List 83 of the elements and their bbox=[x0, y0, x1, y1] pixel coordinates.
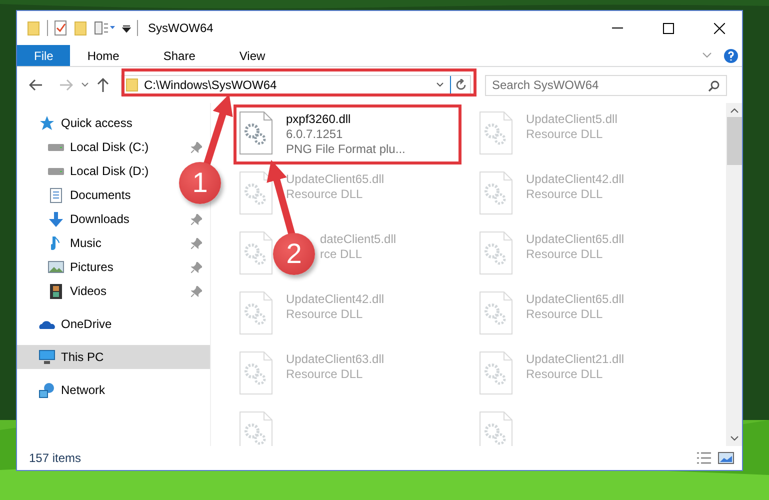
dll-file-icon bbox=[238, 291, 274, 335]
file-detail: Resource DLL bbox=[286, 187, 364, 202]
file-detail: rce DLL bbox=[320, 247, 364, 262]
maximize-icon bbox=[663, 22, 674, 34]
sidebar-item[interactable]: Videos bbox=[70, 284, 106, 298]
search-icon bbox=[708, 80, 720, 92]
pin-icon[interactable] bbox=[191, 214, 202, 224]
pictures-icon bbox=[48, 261, 64, 273]
scrollbar[interactable] bbox=[726, 103, 742, 446]
dll-file-icon bbox=[238, 111, 274, 155]
pin-icon[interactable] bbox=[191, 262, 202, 272]
chevron-icon[interactable] bbox=[702, 52, 712, 59]
sidebar-item[interactable]: OneDrive bbox=[61, 317, 112, 331]
file-detail: Resource DLL bbox=[526, 247, 604, 262]
dll-file-icon bbox=[478, 411, 514, 446]
ribbon-tab[interactable]: Share bbox=[150, 45, 208, 66]
sidebar-item[interactable]: Network bbox=[61, 383, 106, 397]
pin-icon[interactable] bbox=[191, 238, 202, 248]
details-view-icon[interactable] bbox=[696, 452, 712, 464]
film-icon bbox=[50, 284, 62, 298]
file-name[interactable]: pxpf3260.dll bbox=[286, 112, 406, 127]
address-field[interactable]: C:\Windows\SysWOW64 bbox=[121, 74, 471, 96]
ribbon-tab[interactable]: Home bbox=[74, 45, 132, 66]
help-icon[interactable] bbox=[724, 48, 738, 62]
sidebar-item[interactable]: Quick access bbox=[61, 116, 132, 130]
up-arrow-icon bbox=[97, 78, 109, 92]
large-icons-view-icon[interactable] bbox=[718, 452, 734, 464]
dll-file-icon bbox=[238, 231, 274, 275]
properties-icon[interactable] bbox=[54, 20, 68, 36]
sidebar-item[interactable]: Local Disk (D:) bbox=[70, 164, 149, 178]
dropdown-caret-icon[interactable] bbox=[436, 82, 444, 88]
scroll-up-icon[interactable] bbox=[730, 108, 738, 113]
dll-file-icon bbox=[478, 291, 514, 335]
file-detail: Resource DLL bbox=[526, 307, 604, 322]
item-count: 157 items bbox=[29, 451, 82, 465]
file-detail: PNG File Format plu... bbox=[286, 142, 406, 157]
drive-icon bbox=[48, 144, 64, 150]
scrollbar-thumb[interactable] bbox=[726, 117, 742, 165]
dll-file-icon bbox=[478, 171, 514, 215]
sidebar-item[interactable]: Downloads bbox=[70, 212, 130, 226]
ribbon-tab[interactable]: File bbox=[17, 45, 70, 66]
download-icon bbox=[49, 212, 63, 226]
sidebar-item[interactable]: This PC bbox=[17, 345, 210, 369]
caret-icon[interactable] bbox=[122, 24, 131, 32]
back-button[interactable] bbox=[27, 77, 45, 93]
caret-icon bbox=[81, 82, 89, 88]
dll-file-icon bbox=[238, 351, 274, 395]
minimize-icon bbox=[612, 27, 623, 29]
forward-arrow-icon bbox=[59, 79, 73, 91]
file-detail: Resource DLL bbox=[526, 367, 604, 382]
dll-file-icon bbox=[478, 351, 514, 395]
sidebar-item[interactable]: Pictures bbox=[70, 260, 114, 274]
scroll-down-icon[interactable] bbox=[730, 436, 738, 441]
dll-file-icon bbox=[238, 171, 274, 215]
window-title: SysWOW64 bbox=[148, 21, 214, 35]
drive-icon bbox=[48, 168, 64, 174]
folder-icon bbox=[126, 78, 138, 92]
star-icon bbox=[39, 116, 55, 130]
close-icon bbox=[714, 22, 725, 34]
file-detail: Resource DLL bbox=[526, 187, 604, 202]
dll-file-icon bbox=[238, 411, 274, 446]
ribbon-tab[interactable]: View bbox=[226, 45, 278, 66]
view-icon[interactable] bbox=[94, 21, 116, 35]
dll-file-icon bbox=[478, 231, 514, 275]
document-icon bbox=[50, 188, 62, 202]
dll-file-icon bbox=[478, 111, 514, 155]
search-field[interactable]: Search SysWOW64 bbox=[485, 74, 727, 96]
cloud-icon bbox=[39, 320, 55, 328]
sidebar-item[interactable]: Documents bbox=[70, 188, 131, 202]
file-detail: Resource DLL bbox=[526, 127, 604, 142]
refresh-icon bbox=[454, 79, 466, 91]
back-arrow-icon bbox=[29, 79, 43, 91]
pin-icon[interactable] bbox=[191, 286, 202, 296]
pin-icon[interactable] bbox=[191, 142, 202, 152]
file-detail: Resource DLL bbox=[286, 307, 364, 322]
file-detail: 6.0.7.1251 bbox=[286, 127, 344, 142]
computer-icon bbox=[39, 350, 55, 364]
sidebar-item[interactable]: Local Disk (C:) bbox=[70, 140, 149, 154]
sidebar-item[interactable]: Music bbox=[70, 236, 102, 250]
network-icon bbox=[39, 382, 55, 398]
file-detail: Resource DLL bbox=[286, 367, 364, 382]
music-note-icon bbox=[51, 236, 61, 250]
up-button[interactable] bbox=[95, 76, 111, 94]
